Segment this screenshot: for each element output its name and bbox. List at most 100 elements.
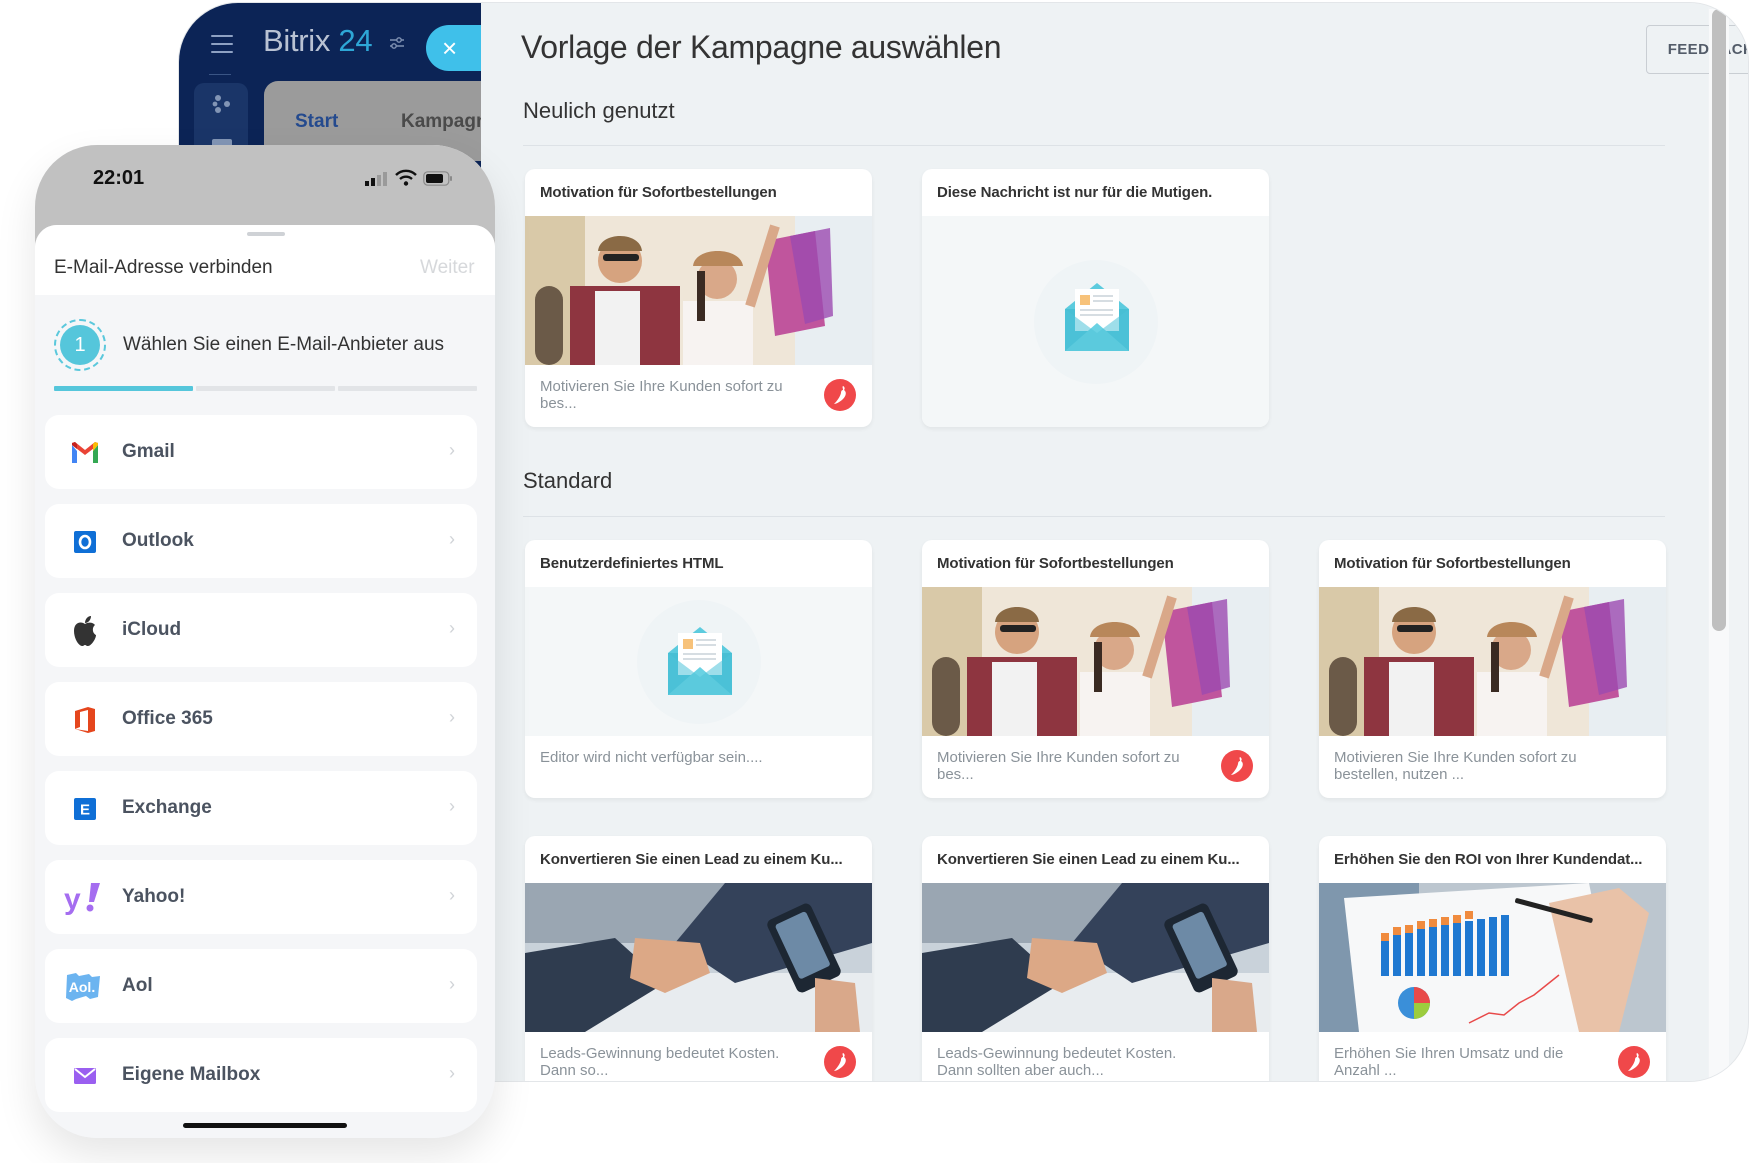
wifi-icon: [395, 169, 417, 186]
template-card[interactable]: Motivation für Sofortbestellungen Motivi…: [922, 540, 1269, 798]
step-indicator: 1: [54, 319, 106, 371]
chili-icon: [824, 1046, 856, 1078]
phone-mockup: 22:01 E-Mail-Adresse verbinden Weiter 1 …: [35, 145, 495, 1138]
outlook-icon: [70, 527, 100, 557]
step-number: 1: [60, 325, 100, 365]
provider-outlook[interactable]: Outlook ›: [45, 504, 477, 578]
signal-icon: [365, 172, 387, 186]
menu-icon[interactable]: [211, 35, 233, 53]
card-title: Konvertieren Sie einen Lead zu einem Ku.…: [540, 851, 843, 868]
template-card[interactable]: Erhöhen Sie den ROI von Ihrer Kundendat.…: [1319, 836, 1666, 1081]
apple-icon: [70, 616, 100, 646]
provider-yahoo[interactable]: y Yahoo! ›: [45, 860, 477, 934]
card-description: Erhöhen Sie Ihren Umsatz und die Anzahl …: [1334, 1045, 1564, 1079]
section-title-recent: Neulich genutzt: [523, 98, 675, 123]
provider-label: Office 365: [122, 708, 213, 729]
shopping-photo: [1319, 587, 1666, 736]
card-title: Erhöhen Sie den ROI von Ihrer Kundendat.…: [1334, 851, 1643, 868]
chevron-right-icon: ›: [449, 1063, 455, 1083]
provider-gmail[interactable]: Gmail ›: [45, 415, 477, 489]
shopping-photo: [525, 216, 872, 365]
provider-own-mailbox[interactable]: Eigene Mailbox ›: [45, 1038, 477, 1112]
provider-aol[interactable]: Aol. Aol ›: [45, 949, 477, 1023]
template-card[interactable]: Benutzerdefiniertes HTML Editor wird nic…: [525, 540, 872, 798]
provider-label: iCloud: [122, 619, 182, 640]
provider-label: Aol: [122, 975, 153, 996]
card-title: Motivation für Sofortbestellungen: [1334, 555, 1571, 572]
section-divider: [523, 145, 1665, 146]
connect-email-sheet: E-Mail-Adresse verbinden Weiter 1 Wählen…: [35, 225, 495, 1138]
card-description: Leads-Gewinnung bedeutet Kosten. Dann so…: [540, 1045, 780, 1079]
chevron-right-icon: ›: [449, 796, 455, 816]
envelope-icon: [668, 627, 732, 695]
scrollbar-thumb[interactable]: [1712, 9, 1726, 631]
card-description: Motivieren Sie Ihre Kunden sofort zu bes…: [937, 749, 1180, 783]
chevron-right-icon: ›: [449, 618, 455, 638]
next-button[interactable]: Weiter: [420, 257, 475, 279]
logo-text: Bitrix: [263, 23, 331, 58]
sheet-grabber[interactable]: [247, 232, 285, 236]
step-text: Wählen Sie einen E-Mail-Anbieter aus: [123, 334, 445, 355]
tab-start[interactable]: Start: [295, 111, 338, 133]
logo-number: 24: [338, 23, 373, 58]
chili-icon: [824, 379, 856, 411]
envelope-placeholder: [525, 587, 872, 736]
card-description: Motivieren Sie Ihre Kunden sofort zu bes…: [540, 378, 783, 412]
card-description: Leads-Gewinnung bedeutet Kosten. Dann so…: [937, 1045, 1177, 1079]
template-card[interactable]: Diese Nachricht ist nur für die Mutigen.: [922, 169, 1269, 427]
provider-label: Outlook: [122, 530, 194, 551]
template-card[interactable]: Motivation für Sofortbestellungen Motivi…: [1319, 540, 1666, 798]
exchange-icon: E: [70, 794, 100, 824]
envelope-placeholder: [922, 216, 1269, 427]
settings-sliders-icon[interactable]: [389, 35, 405, 51]
mailbox-icon: [70, 1061, 100, 1091]
office365-icon: [70, 705, 100, 735]
handshake-photo: [525, 883, 872, 1032]
card-description: Editor wird nicht verfügbar sein....: [540, 749, 763, 766]
status-time: 22:01: [93, 167, 145, 189]
card-title: Motivation für Sofortbestellungen: [937, 555, 1174, 572]
template-card[interactable]: Konvertieren Sie einen Lead zu einem Ku.…: [525, 836, 872, 1081]
provider-label: Eigene Mailbox: [122, 1064, 261, 1085]
chili-icon: [1618, 1046, 1650, 1078]
section-divider: [523, 516, 1665, 517]
gmail-icon: [70, 438, 100, 468]
aol-icon: Aol.: [63, 972, 103, 1002]
feedback-button[interactable]: FEEDBACKFORMULAR: [1646, 25, 1748, 74]
provider-label: Gmail: [122, 441, 175, 462]
home-indicator: [183, 1123, 347, 1128]
card-description: Motivieren Sie Ihre Kunden sofort zu bes…: [1334, 749, 1577, 783]
svg-text:y: y: [64, 883, 81, 915]
chevron-right-icon: ›: [449, 440, 455, 460]
chart-photo: [1319, 883, 1666, 1032]
sidebar-divider: [209, 74, 231, 75]
shopping-photo: [922, 587, 1269, 736]
provider-office365[interactable]: Office 365 ›: [45, 682, 477, 756]
sheet-title: E-Mail-Adresse verbinden: [54, 257, 273, 278]
provider-label: Exchange: [122, 797, 212, 818]
provider-icloud[interactable]: iCloud ›: [45, 593, 477, 667]
envelope-icon: [1065, 283, 1129, 351]
card-title: Konvertieren Sie einen Lead zu einem Ku.…: [937, 851, 1240, 868]
progress-step-1: [54, 386, 193, 391]
svg-text:Aol.: Aol.: [69, 979, 95, 995]
chevron-right-icon: ›: [449, 974, 455, 994]
progress-step-3: [338, 386, 477, 391]
card-title: Diese Nachricht ist nur für die Mutigen.: [937, 184, 1213, 201]
page-title: Vorlage der Kampagne auswählen: [521, 29, 1002, 65]
sidebar-crm-icon[interactable]: [211, 93, 233, 115]
section-title-standard: Standard: [523, 468, 613, 493]
yahoo-icon: y: [63, 883, 103, 915]
card-title: Benutzerdefiniertes HTML: [540, 555, 724, 572]
svg-text:E: E: [80, 802, 90, 819]
card-title: Motivation für Sofortbestellungen: [540, 184, 777, 201]
template-card[interactable]: Motivation für Sofortbestellungen Motivi…: [525, 169, 872, 427]
provider-label: Yahoo!: [122, 886, 186, 907]
progress-step-2: [196, 386, 335, 391]
bitrix-logo: Bitrix 24: [263, 23, 373, 59]
chevron-right-icon: ›: [449, 707, 455, 727]
template-card[interactable]: Konvertieren Sie einen Lead zu einem Ku.…: [922, 836, 1269, 1081]
battery-icon: [423, 171, 452, 186]
provider-exchange[interactable]: E Exchange ›: [45, 771, 477, 845]
chevron-right-icon: ›: [449, 885, 455, 905]
